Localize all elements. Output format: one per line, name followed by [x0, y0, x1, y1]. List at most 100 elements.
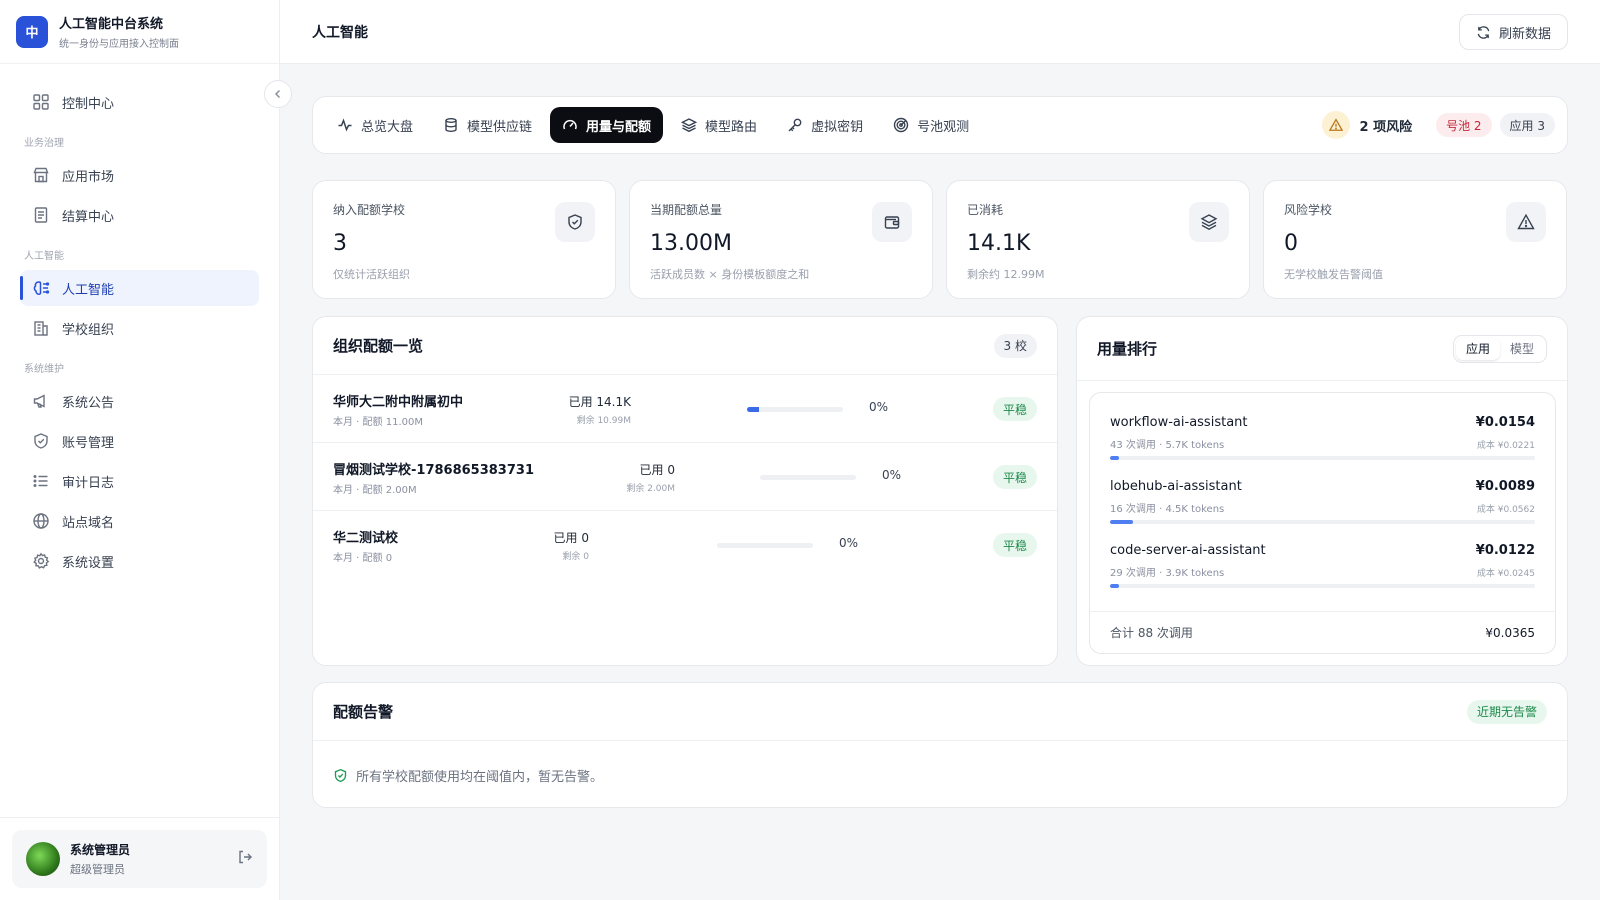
remaining-value: 剩余 10.99M	[576, 416, 631, 426]
tab-usage-quota[interactable]: 用量与配额	[550, 107, 664, 143]
list-item[interactable]: lobehub-ai-assistant 16 次调用 · 4.5K token…	[1110, 479, 1535, 535]
megaphone-icon	[32, 392, 50, 410]
panel-title: 配额告警	[333, 703, 394, 721]
usage-bar	[1110, 456, 1535, 460]
sidebar-nav: 控制中心 业务治理 应用市场 结算中心 人工智能 人工智能 学校组织 系统维护 …	[0, 64, 279, 579]
sidebar-item-label: 系统设置	[62, 555, 115, 571]
stat-card-schools: 纳入配额学校 3 仅统计活跃组织	[312, 180, 616, 299]
layers-icon	[681, 118, 698, 133]
org-name: 冒烟测试学校-1786865383731	[333, 463, 534, 478]
store-icon	[32, 166, 50, 184]
sidebar-item-announcement[interactable]: 系统公告	[20, 383, 259, 419]
shield-icon	[32, 432, 50, 450]
wallet-icon	[872, 202, 912, 242]
segment-app[interactable]: 应用	[1455, 337, 1500, 360]
tab-label: 用量与配额	[586, 119, 652, 135]
quota-alert-panel: 配额告警 近期无告警 所有学校配额使用均在阈值内，暂无告警。	[312, 682, 1568, 808]
tab-label: 总览大盘	[361, 119, 414, 135]
sidebar-item-settlement[interactable]: 结算中心	[20, 197, 259, 233]
brand-title: 人工智能中台系统	[59, 17, 164, 32]
tab-label: 模型供应链	[467, 119, 533, 135]
list-item[interactable]: workflow-ai-assistant 43 次调用 · 5.7K toke…	[1110, 415, 1535, 471]
table-row[interactable]: 华师大二附中附属初中 本月 · 配额 11.00M 已用 14.1K 剩余 10.…	[313, 375, 1057, 443]
app-meta: 29 次调用 · 3.9K tokens	[1110, 568, 1225, 579]
org-meta: 本月 · 配额 0	[333, 553, 393, 564]
brand: 中 人工智能中台系统 统一身份与应用接入控制面	[0, 0, 279, 64]
usage-percent: 0%	[882, 468, 902, 482]
sidebar-item-settings[interactable]: 系统设置	[20, 543, 259, 579]
page-title: 人工智能	[312, 24, 368, 41]
sidebar-item-accounts[interactable]: 账号管理	[20, 423, 259, 459]
stat-sub: 剩余约 12.99M	[967, 268, 1045, 281]
shield-check-icon	[334, 768, 347, 782]
used-value: 已用 0	[553, 531, 589, 545]
org-used: 已用 14.1K 剩余 10.99M	[551, 393, 631, 426]
total-calls: 合计 88 次调用	[1110, 626, 1193, 640]
user-name: 系统管理员	[70, 843, 131, 857]
list-icon	[32, 472, 50, 490]
divider	[0, 817, 280, 818]
sidebar-item-label: 审计日志	[62, 475, 115, 491]
status-badge: 平稳	[992, 533, 1037, 557]
alert-message: 所有学校配额使用均在阈值内，暂无告警。	[313, 741, 1567, 809]
usage-bar-fill	[747, 407, 760, 412]
usage-bar	[760, 475, 856, 480]
sidebar-item-domains[interactable]: 站点域名	[20, 503, 259, 539]
sidebar-item-label: 学校组织	[62, 322, 115, 338]
segment-model[interactable]: 模型	[1500, 338, 1544, 360]
sidebar-item-ai[interactable]: 人工智能	[20, 270, 259, 306]
list-item[interactable]: code-server-ai-assistant 29 次调用 · 3.9K t…	[1110, 543, 1535, 599]
usage-ranking-panel: 用量排行 应用 模型 workflow-ai-assistant 43 次调用 …	[1076, 316, 1568, 666]
status-badge: 近期无告警	[1466, 699, 1547, 724]
org-meta: 本月 · 配额 2.00M	[333, 485, 417, 496]
sidebar-item-label: 控制中心	[62, 96, 115, 112]
sidebar-item-audit-log[interactable]: 审计日志	[20, 463, 259, 499]
user-card[interactable]: 系统管理员 超级管理员	[12, 830, 267, 888]
building-icon	[32, 319, 50, 337]
grid-icon	[32, 93, 50, 111]
refresh-icon	[1477, 25, 1490, 39]
pool-risk-badge[interactable]: 号池 2	[1436, 113, 1492, 137]
stat-card-consumed: 已消耗 14.1K 剩余约 12.99M	[946, 180, 1250, 299]
tab-model-supply[interactable]: 模型供应链	[431, 107, 544, 143]
usage-bar	[717, 543, 813, 548]
tab-virtual-keys[interactable]: 虚拟密钥	[775, 107, 875, 143]
app-meta: 43 次调用 · 5.7K tokens	[1110, 440, 1225, 451]
sidebar-item-label: 账号管理	[62, 435, 115, 451]
panel-title: 组织配额一览	[333, 337, 424, 355]
tab-pool-observe[interactable]: 号池观测	[881, 107, 981, 143]
refresh-button[interactable]: 刷新数据	[1458, 14, 1568, 50]
sidebar-item-school-org[interactable]: 学校组织	[20, 310, 259, 346]
sidebar-item-control-center[interactable]: 控制中心	[20, 84, 259, 120]
tab-model-routing[interactable]: 模型路由	[669, 107, 769, 143]
app-cost-detail: 成本 ¥0.0562	[1476, 505, 1535, 515]
ranking-segment-control: 应用 模型	[1452, 334, 1547, 363]
remaining-value: 剩余 0	[562, 552, 589, 562]
app-name: lobehub-ai-assistant	[1110, 479, 1242, 494]
usage-bar-fill	[1110, 584, 1120, 588]
table-row[interactable]: 华二测试校 本月 · 配额 0 已用 0 剩余 0 0% 平稳	[313, 511, 1057, 579]
org-list: 华师大二附中附属初中 本月 · 配额 11.00M 已用 14.1K 剩余 10.…	[313, 375, 1057, 579]
table-row[interactable]: 冒烟测试学校-1786865383731 本月 · 配额 2.00M 已用 0 剩…	[313, 443, 1057, 511]
org-meta: 本月 · 配额 11.00M	[333, 417, 423, 428]
gauge-icon	[563, 119, 577, 130]
used-value: 已用 14.1K	[568, 395, 631, 409]
receipt-icon	[32, 206, 50, 224]
stat-sub: 无学校触发告警阈值	[1284, 268, 1383, 281]
used-value: 已用 0	[639, 463, 675, 477]
nav-group-label: 人工智能	[24, 251, 64, 262]
avatar	[26, 842, 60, 876]
sidebar-item-app-market[interactable]: 应用市场	[20, 157, 259, 193]
stat-card-risk-schools: 风险学校 0 无学校触发告警阈值	[1263, 180, 1567, 299]
app-cost: ¥0.0089	[1475, 479, 1535, 494]
sidebar-collapse-button[interactable]	[264, 80, 292, 108]
brand-subtitle: 统一身份与应用接入控制面	[59, 39, 179, 50]
app-risk-badge[interactable]: 应用 3	[1499, 113, 1555, 137]
logout-icon[interactable]	[237, 849, 253, 869]
brain-icon	[32, 279, 50, 297]
module-tabs: 总览大盘 模型供应链 用量与配额 模型路由 虚拟密钥 号池观测 2 项风险 号池…	[312, 96, 1568, 154]
app-cost-detail: 成本 ¥0.0221	[1476, 441, 1535, 451]
sidebar-item-label: 系统公告	[62, 395, 115, 411]
tab-overview[interactable]: 总览大盘	[325, 107, 425, 143]
panel-title: 用量排行	[1097, 340, 1158, 358]
